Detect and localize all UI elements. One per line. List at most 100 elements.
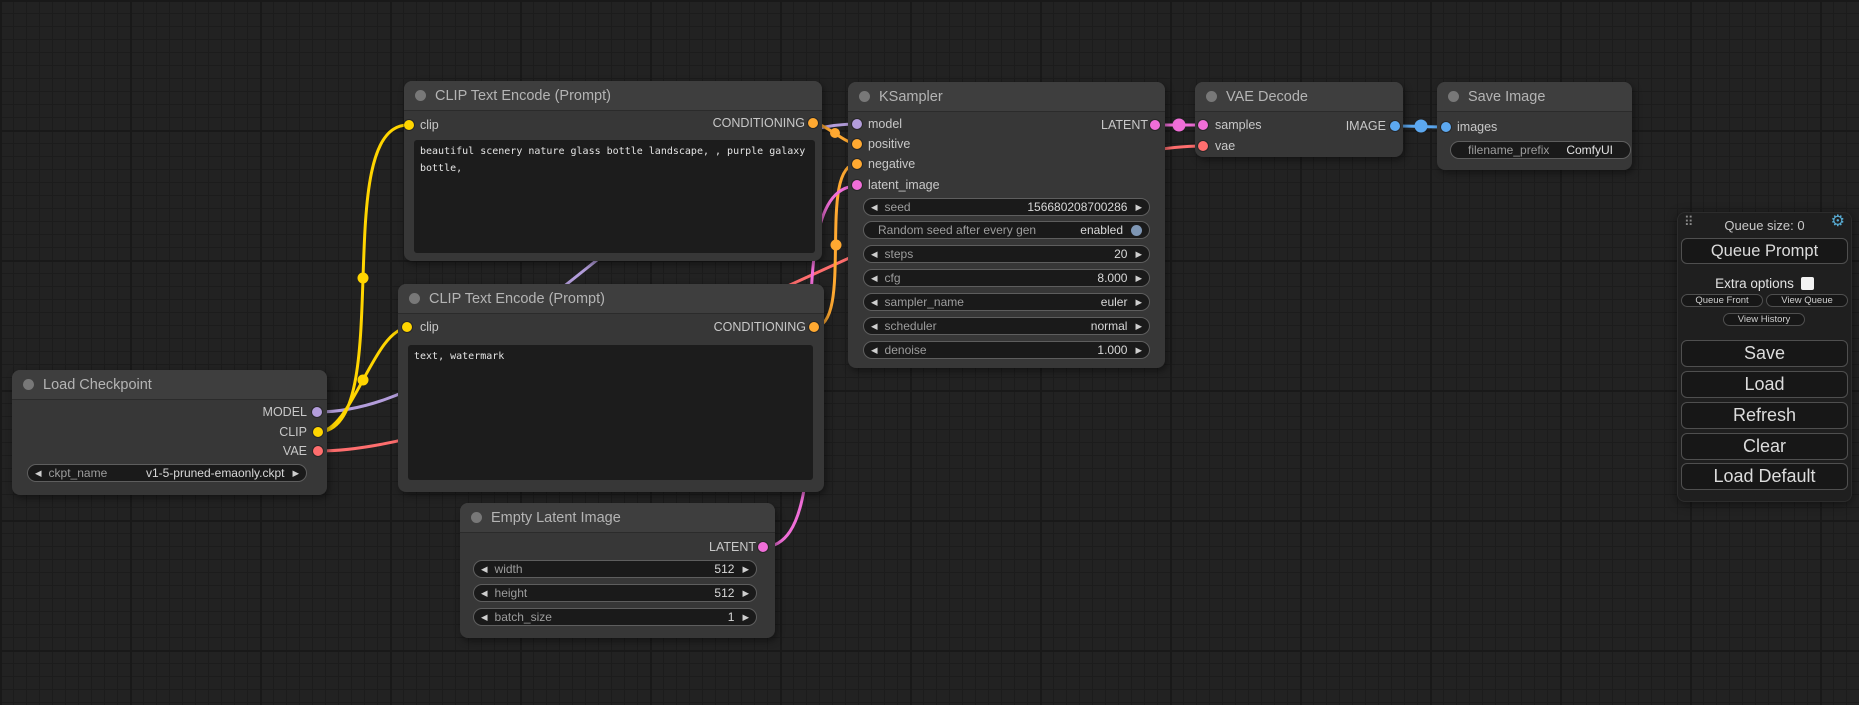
widget-scheduler[interactable]: ◀ scheduler normal ▶: [863, 317, 1150, 335]
stepper-right-icon[interactable]: ▶: [742, 565, 749, 574]
node-title-bar[interactable]: Load Checkpoint: [12, 370, 327, 400]
refresh-button[interactable]: Refresh: [1681, 402, 1848, 429]
stepper-right-icon[interactable]: ▶: [1135, 322, 1142, 331]
node-vae-decode[interactable]: VAE Decode samples vae IMAGE: [1195, 82, 1403, 157]
widget-value: v1-5-pruned-emaonly.ckpt: [146, 466, 285, 480]
input-dot-images[interactable]: [1441, 122, 1451, 132]
stepper-right-icon[interactable]: ▶: [1135, 274, 1142, 283]
widget-steps[interactable]: ◀ steps 20 ▶: [863, 245, 1150, 263]
stepper-left-icon[interactable]: ◀: [481, 589, 488, 598]
widget-value: 512: [714, 562, 734, 576]
load-default-button[interactable]: Load Default: [1681, 463, 1848, 490]
node-title-bar[interactable]: Empty Latent Image: [460, 503, 775, 533]
input-dot-latent-image[interactable]: [852, 180, 862, 190]
stepper-left-icon[interactable]: ◀: [481, 613, 488, 622]
node-title-bar[interactable]: CLIP Text Encode (Prompt): [398, 284, 824, 314]
stepper-left-icon[interactable]: ◀: [871, 322, 878, 331]
widget-label: width: [495, 562, 523, 576]
queue-front-button[interactable]: Queue Front: [1681, 294, 1763, 307]
widget-random-seed-toggle[interactable]: Random seed after every gen enabled: [863, 221, 1150, 239]
collapse-dot-icon[interactable]: [1448, 91, 1459, 102]
node-title: Save Image: [1468, 89, 1545, 105]
input-dot-negative[interactable]: [852, 159, 862, 169]
node-title: Empty Latent Image: [491, 510, 621, 526]
input-label-images: images: [1457, 118, 1497, 136]
input-dot-positive[interactable]: [852, 139, 862, 149]
output-dot-clip[interactable]: [313, 427, 323, 437]
input-dot-vae[interactable]: [1198, 141, 1208, 151]
queue-size-label: Queue size: 0: [1677, 215, 1852, 235]
output-label-latent: LATENT: [709, 538, 756, 556]
widget-sampler-name[interactable]: ◀ sampler_name euler ▶: [863, 293, 1150, 311]
stepper-right-icon[interactable]: ▶: [1135, 203, 1142, 212]
stepper-right-icon[interactable]: ▶: [292, 469, 299, 478]
node-graph-canvas[interactable]: Load Checkpoint MODEL CLIP VAE ◀ ckpt_na…: [0, 0, 1859, 705]
widget-label: ckpt_name: [49, 466, 108, 480]
view-queue-button[interactable]: View Queue: [1766, 294, 1848, 307]
node-load-checkpoint[interactable]: Load Checkpoint MODEL CLIP VAE ◀ ckpt_na…: [12, 370, 327, 495]
node-clip-text-encode-positive[interactable]: CLIP Text Encode (Prompt) clip CONDITION…: [404, 81, 822, 261]
node-save-image[interactable]: Save Image images filename_prefix ComfyU…: [1437, 82, 1632, 170]
output-dot-conditioning[interactable]: [808, 118, 818, 128]
widget-seed[interactable]: ◀ seed 156680208700286 ▶: [863, 198, 1150, 216]
input-label-positive: positive: [868, 135, 910, 153]
collapse-dot-icon[interactable]: [415, 90, 426, 101]
widget-filename-prefix[interactable]: filename_prefix ComfyUI: [1450, 141, 1631, 159]
collapse-dot-icon[interactable]: [471, 512, 482, 523]
widget-label: denoise: [885, 343, 927, 357]
widget-batch-size[interactable]: ◀ batch_size 1 ▶: [473, 608, 757, 626]
clear-button[interactable]: Clear: [1681, 433, 1848, 460]
widget-label: seed: [885, 200, 911, 214]
node-title: VAE Decode: [1226, 89, 1308, 105]
stepper-right-icon[interactable]: ▶: [742, 589, 749, 598]
input-dot-clip[interactable]: [402, 322, 412, 332]
stepper-left-icon[interactable]: ◀: [871, 203, 878, 212]
widget-cfg[interactable]: ◀ cfg 8.000 ▶: [863, 269, 1150, 287]
stepper-left-icon[interactable]: ◀: [871, 250, 878, 259]
output-dot-model[interactable]: [312, 407, 322, 417]
node-title-bar[interactable]: KSampler: [848, 82, 1165, 112]
stepper-left-icon[interactable]: ◀: [35, 469, 42, 478]
input-label-samples: samples: [1215, 116, 1262, 134]
node-title-bar[interactable]: Save Image: [1437, 82, 1632, 112]
stepper-left-icon[interactable]: ◀: [481, 565, 488, 574]
stepper-right-icon[interactable]: ▶: [1135, 298, 1142, 307]
widget-denoise[interactable]: ◀ denoise 1.000 ▶: [863, 341, 1150, 359]
output-dot-conditioning[interactable]: [809, 322, 819, 332]
collapse-dot-icon[interactable]: [409, 293, 420, 304]
stepper-left-icon[interactable]: ◀: [871, 298, 878, 307]
input-dot-samples[interactable]: [1198, 120, 1208, 130]
widget-height[interactable]: ◀ height 512 ▶: [473, 584, 757, 602]
widget-width[interactable]: ◀ width 512 ▶: [473, 560, 757, 578]
input-dot-clip[interactable]: [404, 120, 414, 130]
stepper-right-icon[interactable]: ▶: [1135, 250, 1142, 259]
output-label-conditioning: CONDITIONING: [714, 318, 806, 336]
save-button[interactable]: Save: [1681, 340, 1848, 367]
load-button[interactable]: Load: [1681, 371, 1848, 398]
prompt-textarea[interactable]: text, watermark: [408, 345, 813, 480]
stepper-left-icon[interactable]: ◀: [871, 346, 878, 355]
node-title-bar[interactable]: VAE Decode: [1195, 82, 1403, 112]
collapse-dot-icon[interactable]: [23, 379, 34, 390]
node-ksampler[interactable]: KSampler model positive negative latent_…: [848, 82, 1165, 368]
node-clip-text-encode-negative[interactable]: CLIP Text Encode (Prompt) clip CONDITION…: [398, 284, 824, 492]
prompt-textarea[interactable]: beautiful scenery nature glass bottle la…: [414, 140, 815, 253]
extra-options-checkbox[interactable]: [1801, 277, 1814, 290]
node-title-bar[interactable]: CLIP Text Encode (Prompt): [404, 81, 822, 111]
output-dot-vae[interactable]: [313, 446, 323, 456]
output-dot-image[interactable]: [1390, 121, 1400, 131]
stepper-left-icon[interactable]: ◀: [871, 274, 878, 283]
collapse-dot-icon[interactable]: [1206, 91, 1217, 102]
node-empty-latent-image[interactable]: Empty Latent Image LATENT ◀ width 512 ▶ …: [460, 503, 775, 638]
stepper-right-icon[interactable]: ▶: [742, 613, 749, 622]
output-dot-latent[interactable]: [758, 542, 768, 552]
input-dot-model[interactable]: [852, 119, 862, 129]
stepper-right-icon[interactable]: ▶: [1135, 346, 1142, 355]
output-dot-latent[interactable]: [1150, 120, 1160, 130]
settings-gear-icon[interactable]: ⚙: [1831, 214, 1845, 230]
view-history-button[interactable]: View History: [1723, 313, 1805, 326]
collapse-dot-icon[interactable]: [859, 91, 870, 102]
toggle-indicator-icon[interactable]: [1131, 225, 1142, 236]
widget-ckpt-name[interactable]: ◀ ckpt_name v1-5-pruned-emaonly.ckpt ▶: [27, 464, 307, 482]
queue-prompt-button[interactable]: Queue Prompt: [1681, 238, 1848, 264]
